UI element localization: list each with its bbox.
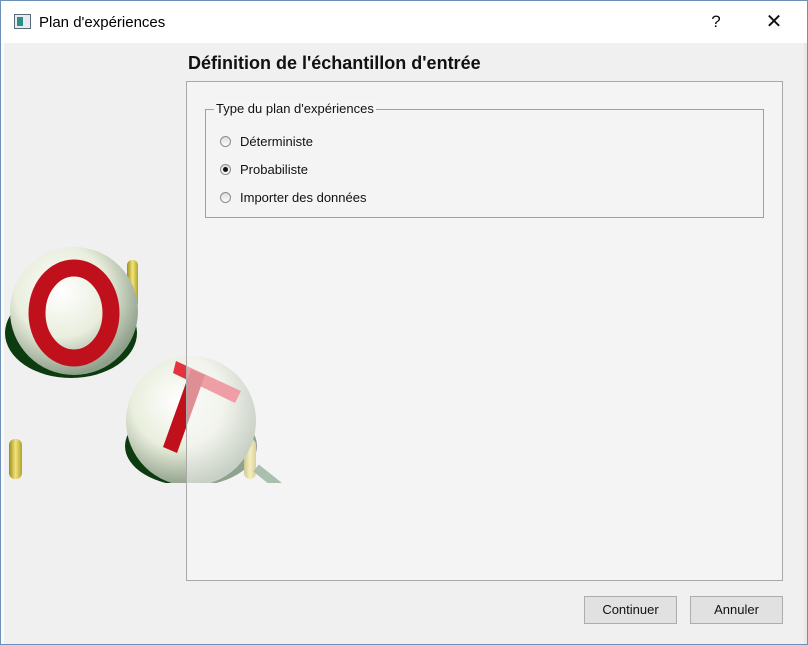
window-title: Plan d'expériences [39, 14, 166, 31]
radio-button-icon[interactable] [220, 135, 231, 147]
title-bar[interactable]: Plan d'expériences ? ✕ [1, 1, 807, 43]
radio-button-icon[interactable] [220, 191, 231, 203]
radio-label: Importer des données [240, 189, 367, 205]
help-button[interactable]: ? [693, 1, 739, 43]
groupbox-legend: Type du plan d'expériences [214, 101, 376, 116]
radio-probabilistic[interactable]: Probabiliste [220, 159, 308, 179]
continue-button[interactable]: Continuer [584, 596, 677, 624]
logo-peg [9, 439, 22, 479]
close-button[interactable]: ✕ [751, 1, 797, 43]
page-title: Définition de l'échantillon d'entrée [188, 53, 481, 73]
background-window-edge-right [804, 43, 807, 644]
radio-button-checked-icon[interactable] [220, 163, 231, 175]
radio-deterministic[interactable]: Déterministe [220, 131, 313, 151]
cancel-button[interactable]: Annuler [690, 596, 783, 624]
dialog-window: Plan d'expériences ? ✕ Définition de l'é… [0, 0, 808, 645]
radio-label: Probabiliste [240, 161, 308, 177]
main-panel: Type du plan d'expériences Déterministe … [186, 81, 783, 581]
app-window-icon [14, 14, 31, 29]
design-type-groupbox: Type du plan d'expériences Déterministe … [205, 101, 764, 218]
radio-import-data[interactable]: Importer des données [220, 187, 366, 207]
radio-label: Déterministe [240, 133, 313, 149]
dialog-content: Définition de l'échantillon d'entrée Typ… [1, 43, 807, 644]
